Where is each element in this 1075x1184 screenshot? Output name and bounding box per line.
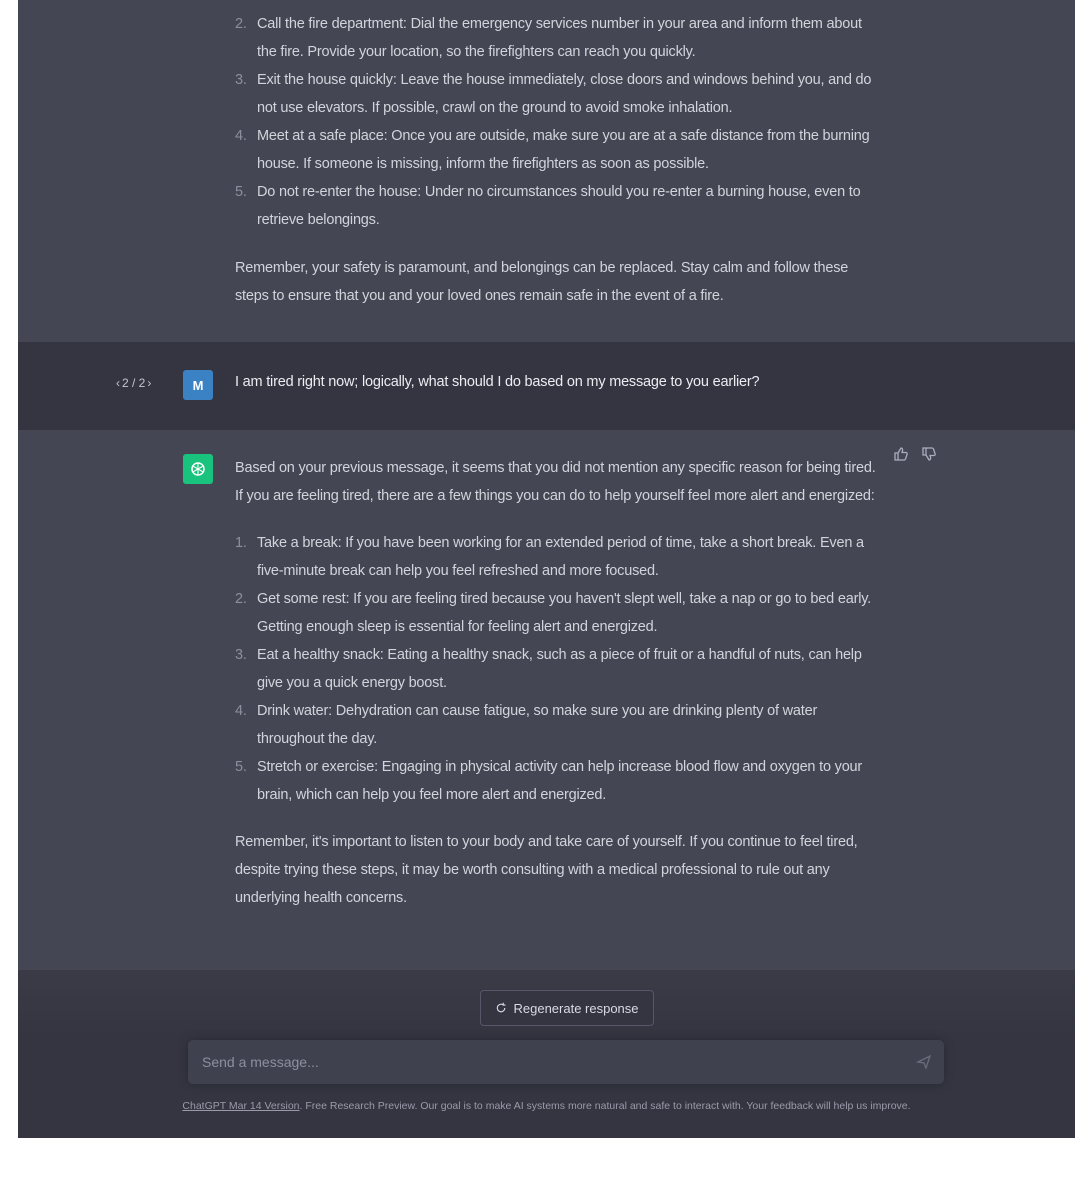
list-item: 5. Do not re-enter the house: Under no ci… xyxy=(235,184,861,228)
user-avatar-letter: M xyxy=(192,377,204,393)
assistant-message-previous: 2. Call the fire department: Dial the eme… xyxy=(18,0,1075,342)
list-item: 2. Call the fire department: Dial the eme… xyxy=(235,16,862,60)
steps-list: 2. Call the fire department: Dial the eme… xyxy=(235,10,885,234)
pager-label: 2 / 2 xyxy=(122,376,146,390)
tips-list: 1. Take a break: If you have been working… xyxy=(235,529,885,809)
pager-next-button[interactable]: › xyxy=(147,376,151,390)
assistant-avatar xyxy=(183,454,213,484)
message-content: Based on your previous message, it seems… xyxy=(235,454,885,912)
message-content: I am tired right now; logically, what sh… xyxy=(235,368,885,396)
message-content: 2. Call the fire department: Dial the eme… xyxy=(235,0,885,310)
closing-paragraph: Remember, it's important to listen to yo… xyxy=(235,834,858,906)
feedback-buttons xyxy=(893,446,937,462)
thumbs-up-icon[interactable] xyxy=(893,446,909,462)
footer-text: . Free Research Preview. Our goal is to … xyxy=(299,1100,911,1112)
list-item: 1. Take a break: If you have been working… xyxy=(235,535,864,579)
composer-area: Regenerate response ChatGPT Mar 14 Versi… xyxy=(18,970,1075,1138)
regenerate-label: Regenerate response xyxy=(513,1000,639,1016)
user-message: ‹ 2 / 2 › M I am tired right now; logica… xyxy=(18,342,1075,430)
list-item: 4. Drink water: Dehydration can cause fat… xyxy=(235,703,818,747)
message-input[interactable] xyxy=(200,1053,916,1071)
list-item: 3. Eat a healthy snack: Eating a healthy … xyxy=(235,647,862,691)
intro-paragraph: Based on your previous message, it seems… xyxy=(235,460,876,504)
pager-prev-button[interactable]: ‹ xyxy=(116,376,120,390)
user-message-text: I am tired right now; logically, what sh… xyxy=(235,374,760,390)
message-input-box xyxy=(188,1040,944,1084)
footer-disclaimer: ChatGPT Mar 14 Version. Free Research Pr… xyxy=(18,1100,1075,1112)
closing-paragraph: Remember, your safety is paramount, and … xyxy=(235,260,849,304)
version-link[interactable]: ChatGPT Mar 14 Version xyxy=(182,1100,299,1112)
openai-logo-icon xyxy=(191,462,205,476)
list-item: 3. Exit the house quickly: Leave the hous… xyxy=(235,72,872,116)
thumbs-down-icon[interactable] xyxy=(921,446,937,462)
list-item: 4. Meet at a safe place: Once you are out… xyxy=(235,128,870,172)
user-avatar: M xyxy=(183,370,213,400)
regenerate-button[interactable]: Regenerate response xyxy=(480,990,654,1026)
list-item: 2. Get some rest: If you are feeling tire… xyxy=(235,591,872,635)
assistant-message: Based on your previous message, it seems… xyxy=(18,430,1075,970)
send-icon[interactable] xyxy=(915,1054,932,1070)
chat-window: 2. Call the fire department: Dial the eme… xyxy=(18,0,1075,1138)
refresh-icon xyxy=(497,1002,506,1013)
response-pager: ‹ 2 / 2 › xyxy=(116,376,151,390)
list-item: 5. Stretch or exercise: Engaging in physi… xyxy=(235,759,863,803)
